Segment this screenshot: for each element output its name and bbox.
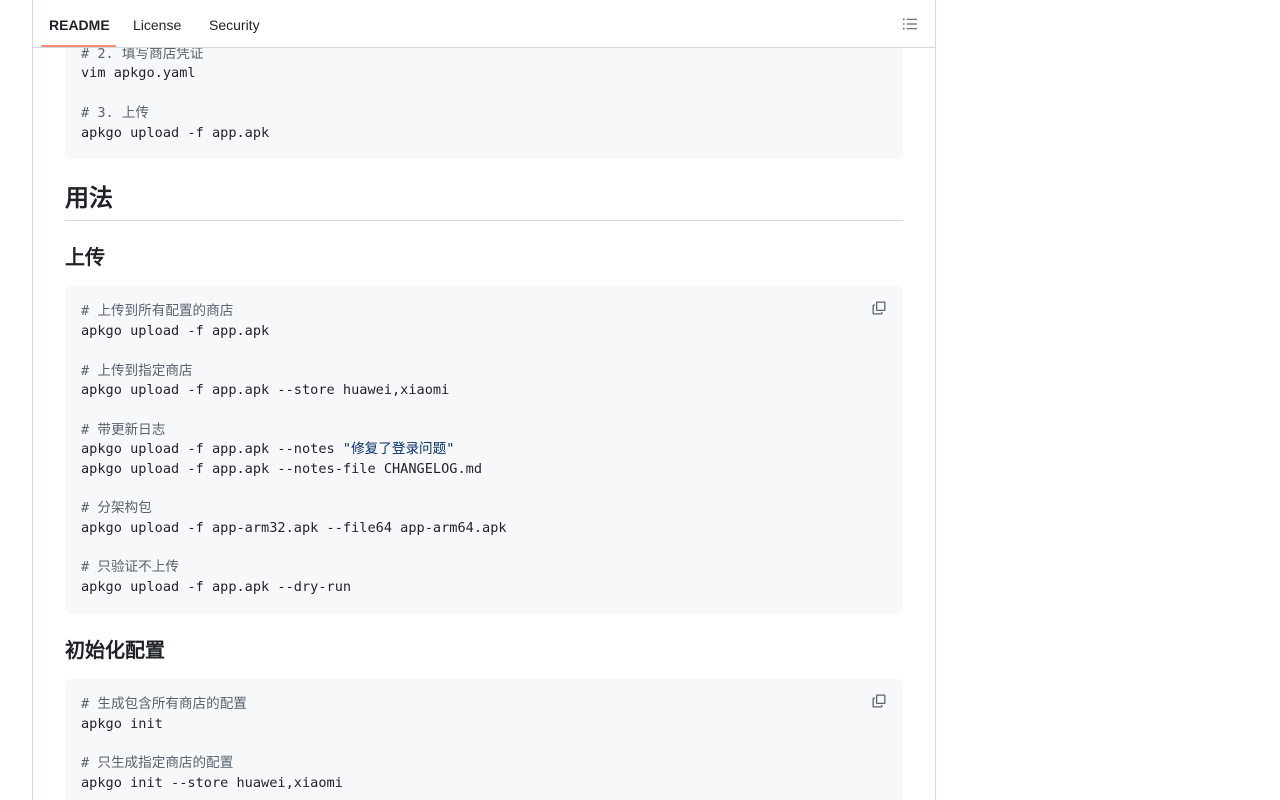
- heading-init-config: 初始化配置: [65, 640, 165, 662]
- code-line: apkgo upload -f app.apk: [81, 125, 270, 141]
- code-line: vim apkgo.yaml: [81, 65, 196, 81]
- copy-button[interactable]: [869, 298, 889, 318]
- readme-tab-bar: README License Security: [33, 0, 935, 48]
- outline-button[interactable]: [897, 12, 923, 36]
- code-block-init: # 生成包含所有商店的配置 apkgo init # 只生成指定商店的配置 ap…: [65, 679, 903, 800]
- code-line: apkgo upload -f app.apk --dry-run: [81, 579, 352, 595]
- copy-icon: [872, 694, 886, 708]
- heading-divider: [65, 220, 903, 221]
- code-line: apkgo upload -f app.apk --notes "修复了登录问题…: [81, 439, 454, 459]
- copy-button[interactable]: [869, 691, 889, 711]
- code-line: apkgo upload -f app.apk --store huawei,x…: [81, 382, 450, 398]
- code-line: apkgo upload -f app.apk --notes-file CHA…: [81, 461, 483, 477]
- list-unordered-icon: [903, 18, 917, 30]
- code-line: apkgo upload -f app-arm32.apk --file64 a…: [81, 520, 507, 536]
- code-string: "修复了登录问题": [342, 441, 455, 457]
- tab-readme[interactable]: README: [49, 0, 110, 47]
- code-text: apkgo upload -f app.apk --notes: [81, 441, 343, 457]
- readme-panel: README License Security # 2. 填写商店凭证 vim …: [32, 0, 936, 800]
- code-line: # 分架构包: [81, 500, 152, 516]
- code-line: apkgo init: [81, 716, 163, 732]
- code-line: apkgo init --store huawei,xiaomi: [81, 775, 343, 791]
- code-block-upload: # 上传到所有配置的商店 apkgo upload -f app.apk # 上…: [65, 286, 903, 614]
- code-line: # 3. 上传: [81, 105, 150, 121]
- tab-license[interactable]: License: [133, 0, 181, 47]
- active-tab-indicator: [41, 45, 116, 47]
- code-line: # 上传到所有配置的商店: [81, 303, 234, 319]
- code-line: # 上传到指定商店: [81, 363, 193, 379]
- heading-upload: 上传: [65, 247, 105, 269]
- heading-usage: 用法: [65, 185, 113, 212]
- tab-security[interactable]: Security: [209, 0, 260, 47]
- code-line: # 只生成指定商店的配置: [81, 755, 234, 771]
- code-line: apkgo upload -f app.apk: [81, 323, 270, 339]
- code-line: # 带更新日志: [81, 422, 166, 438]
- code-line: # 生成包含所有商店的配置: [81, 696, 247, 712]
- copy-icon: [872, 301, 886, 315]
- code-line: # 只验证不上传: [81, 559, 179, 575]
